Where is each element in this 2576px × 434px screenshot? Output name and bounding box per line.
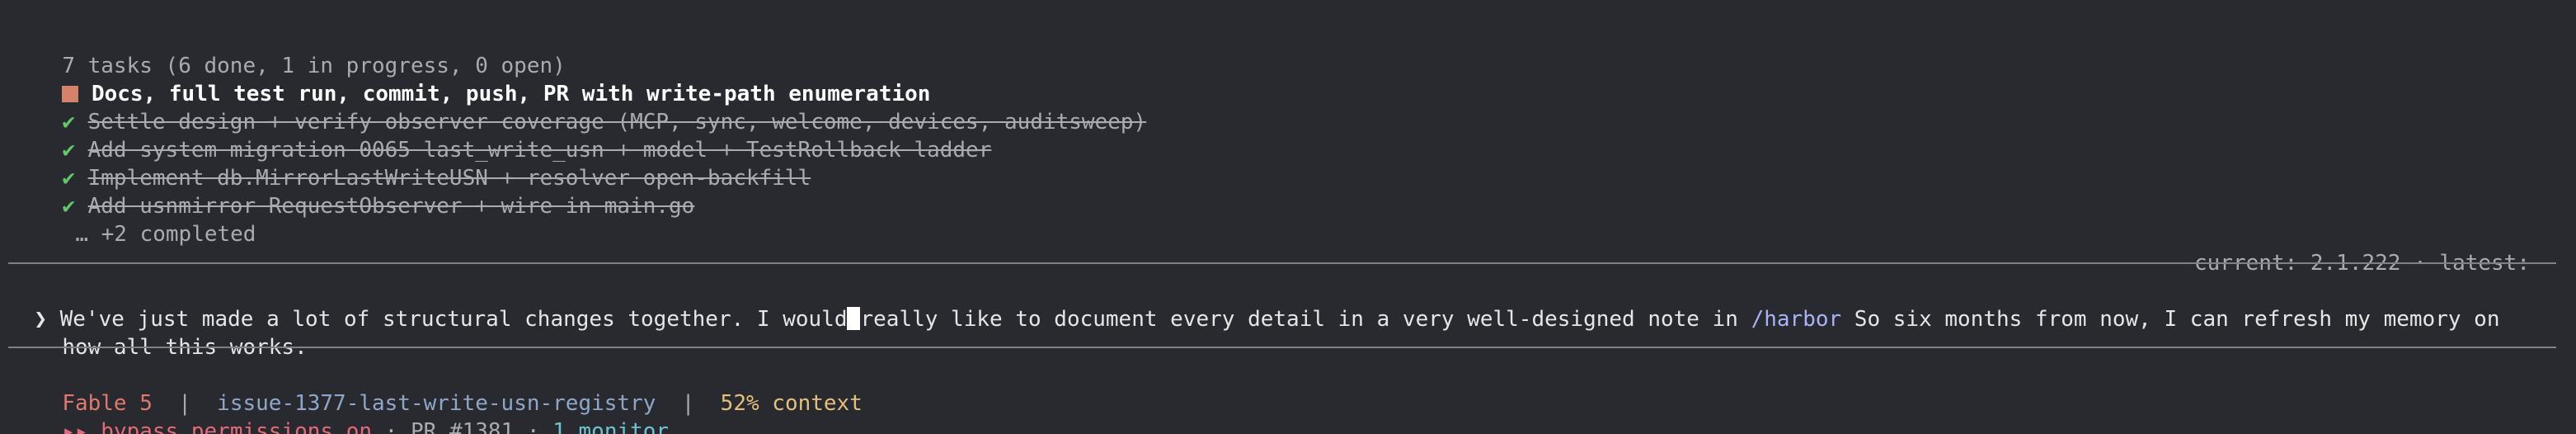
dot-separator: · <box>526 419 540 434</box>
task-summary: 7 tasks (6 done, 1 in progress, 0 open) <box>36 24 565 78</box>
task-done-item: ✔ Add usnmirror RequestObserver + wire i… <box>36 164 694 219</box>
fast-forward-icon: ▸▸ <box>62 419 88 434</box>
prompt-input[interactable]: ❯ We've just made a lot of structural ch… <box>8 277 2499 332</box>
divider-top <box>8 262 2556 264</box>
pr-link[interactable]: #1381 <box>449 419 514 434</box>
version-info: current: 2.1.222 · latest: <box>2169 221 2530 276</box>
dot-separator: · <box>384 419 398 434</box>
tasks-more[interactable]: … +2 completed <box>49 192 256 247</box>
task-current: Docs, full test run, commit, push, PR wi… <box>36 52 930 106</box>
prompt-path: /harbor <box>1751 307 1842 332</box>
pr-label: PR <box>410 419 437 434</box>
task-done-item: ✔ Add system migration 0065 last_write_u… <box>36 108 991 163</box>
monitor-count[interactable]: 1 monitor <box>552 419 669 434</box>
divider-bottom <box>8 347 2556 348</box>
prompt-text-part3: So six months from now, I can refresh my… <box>1841 307 2500 332</box>
permissions-mode[interactable]: bypass permissions on <box>101 419 372 434</box>
task-done-item: ✔ Implement db.MirrorLastWriteUSN + reso… <box>36 136 811 191</box>
tasks-more-label: … +2 completed <box>75 222 256 247</box>
permissions-line: ▸▸ bypass permissions on · PR #1381 · 1 … <box>36 389 669 434</box>
status-line: Fable 5 | issue-1377-last-write-usn-regi… <box>36 361 863 416</box>
prompt-input-line2[interactable]: how all this works. <box>36 305 307 360</box>
text-cursor <box>847 307 861 330</box>
context-usage: 52% context <box>720 391 863 416</box>
task-done-item: ✔ Settle design + verify observer covera… <box>36 80 1146 134</box>
prompt-text-part2: really like to document every detail in … <box>860 307 1751 332</box>
status-separator: | <box>681 391 695 416</box>
